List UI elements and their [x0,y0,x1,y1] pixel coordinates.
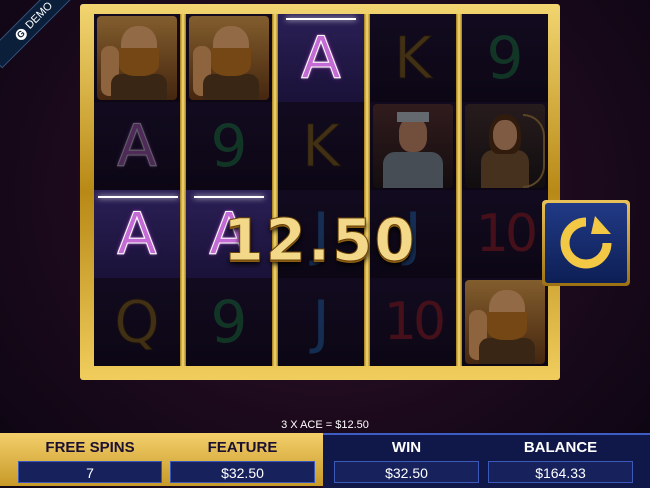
reel-symbol-cell: 10 [462,190,548,278]
symbol-viking [189,16,269,100]
feature-value: $32.50 [170,461,315,483]
demo-ribbon: G DEMO [0,0,82,69]
reel-symbol-cell [370,102,456,190]
symbol-knight [373,104,453,188]
reel-symbol-cell: 9 [186,278,272,366]
symbol-a: A [117,112,158,180]
reel-1: AAQ [94,14,180,366]
symbol-a: A [301,24,342,92]
win-label: WIN [391,439,422,456]
win-highlight-line [286,18,356,20]
reel-symbol-cell [186,14,272,102]
reel-symbol-cell: Q [94,278,180,366]
reel-symbol-cell [94,14,180,102]
reel-symbol-cell: A [94,190,180,278]
free-spins-value: 7 [18,461,162,483]
reel-3: AKJJ [278,14,364,366]
reel-symbol-cell: 9 [186,102,272,190]
symbol-9: 9 [210,288,248,356]
win-line-text: 3 X ACE = $12.50 [281,419,369,431]
refresh-icon [560,216,612,269]
symbol-10: 10 [475,204,538,264]
reel-2: 9A9 [186,14,272,366]
reel-symbol-cell: K [278,102,364,190]
reel-symbol-cell: A [94,102,180,190]
balance-value: $164.33 [488,461,633,483]
symbol-k: K [393,24,433,92]
win-amount-overlay: 12.50 [223,206,417,275]
reel-separator [180,14,186,366]
reel-symbol-cell [462,278,548,366]
balance-label: BALANCE [523,439,598,456]
symbol-9: 9 [486,24,524,92]
reel-4: K J 10 [370,14,456,366]
reel-separator [272,14,278,366]
symbol-archer [465,104,545,188]
symbol-viking [465,280,545,364]
reel-5: 9 10 [462,14,548,366]
reel-separator [456,14,462,366]
reel-symbol-cell: J [278,278,364,366]
feature-label: FEATURE [207,439,278,456]
symbol-k: K [301,112,341,180]
reel-separator [364,14,370,366]
symbol-viking [97,16,177,100]
demo-label: DEMO [23,0,56,32]
symbol-9: 9 [210,112,248,180]
symbol-q: Q [114,288,161,356]
symbol-j: J [312,288,330,356]
reel-symbol-cell: 9 [462,14,548,102]
provider-logo-icon: G [13,26,29,42]
free-spins-label: FREE SPINS [45,439,135,456]
reel-symbol-cell [462,102,548,190]
win-value: $32.50 [334,461,479,483]
spin-button[interactable] [542,200,630,286]
win-highlight-line [194,196,264,198]
symbol-10: 10 [383,292,446,352]
reel-symbol-cell: K [370,14,456,102]
symbol-a: A [117,200,158,268]
reel-symbol-cell: A [278,14,364,102]
reel-symbol-cell: 10 [370,278,456,366]
win-highlight-line [98,196,178,198]
